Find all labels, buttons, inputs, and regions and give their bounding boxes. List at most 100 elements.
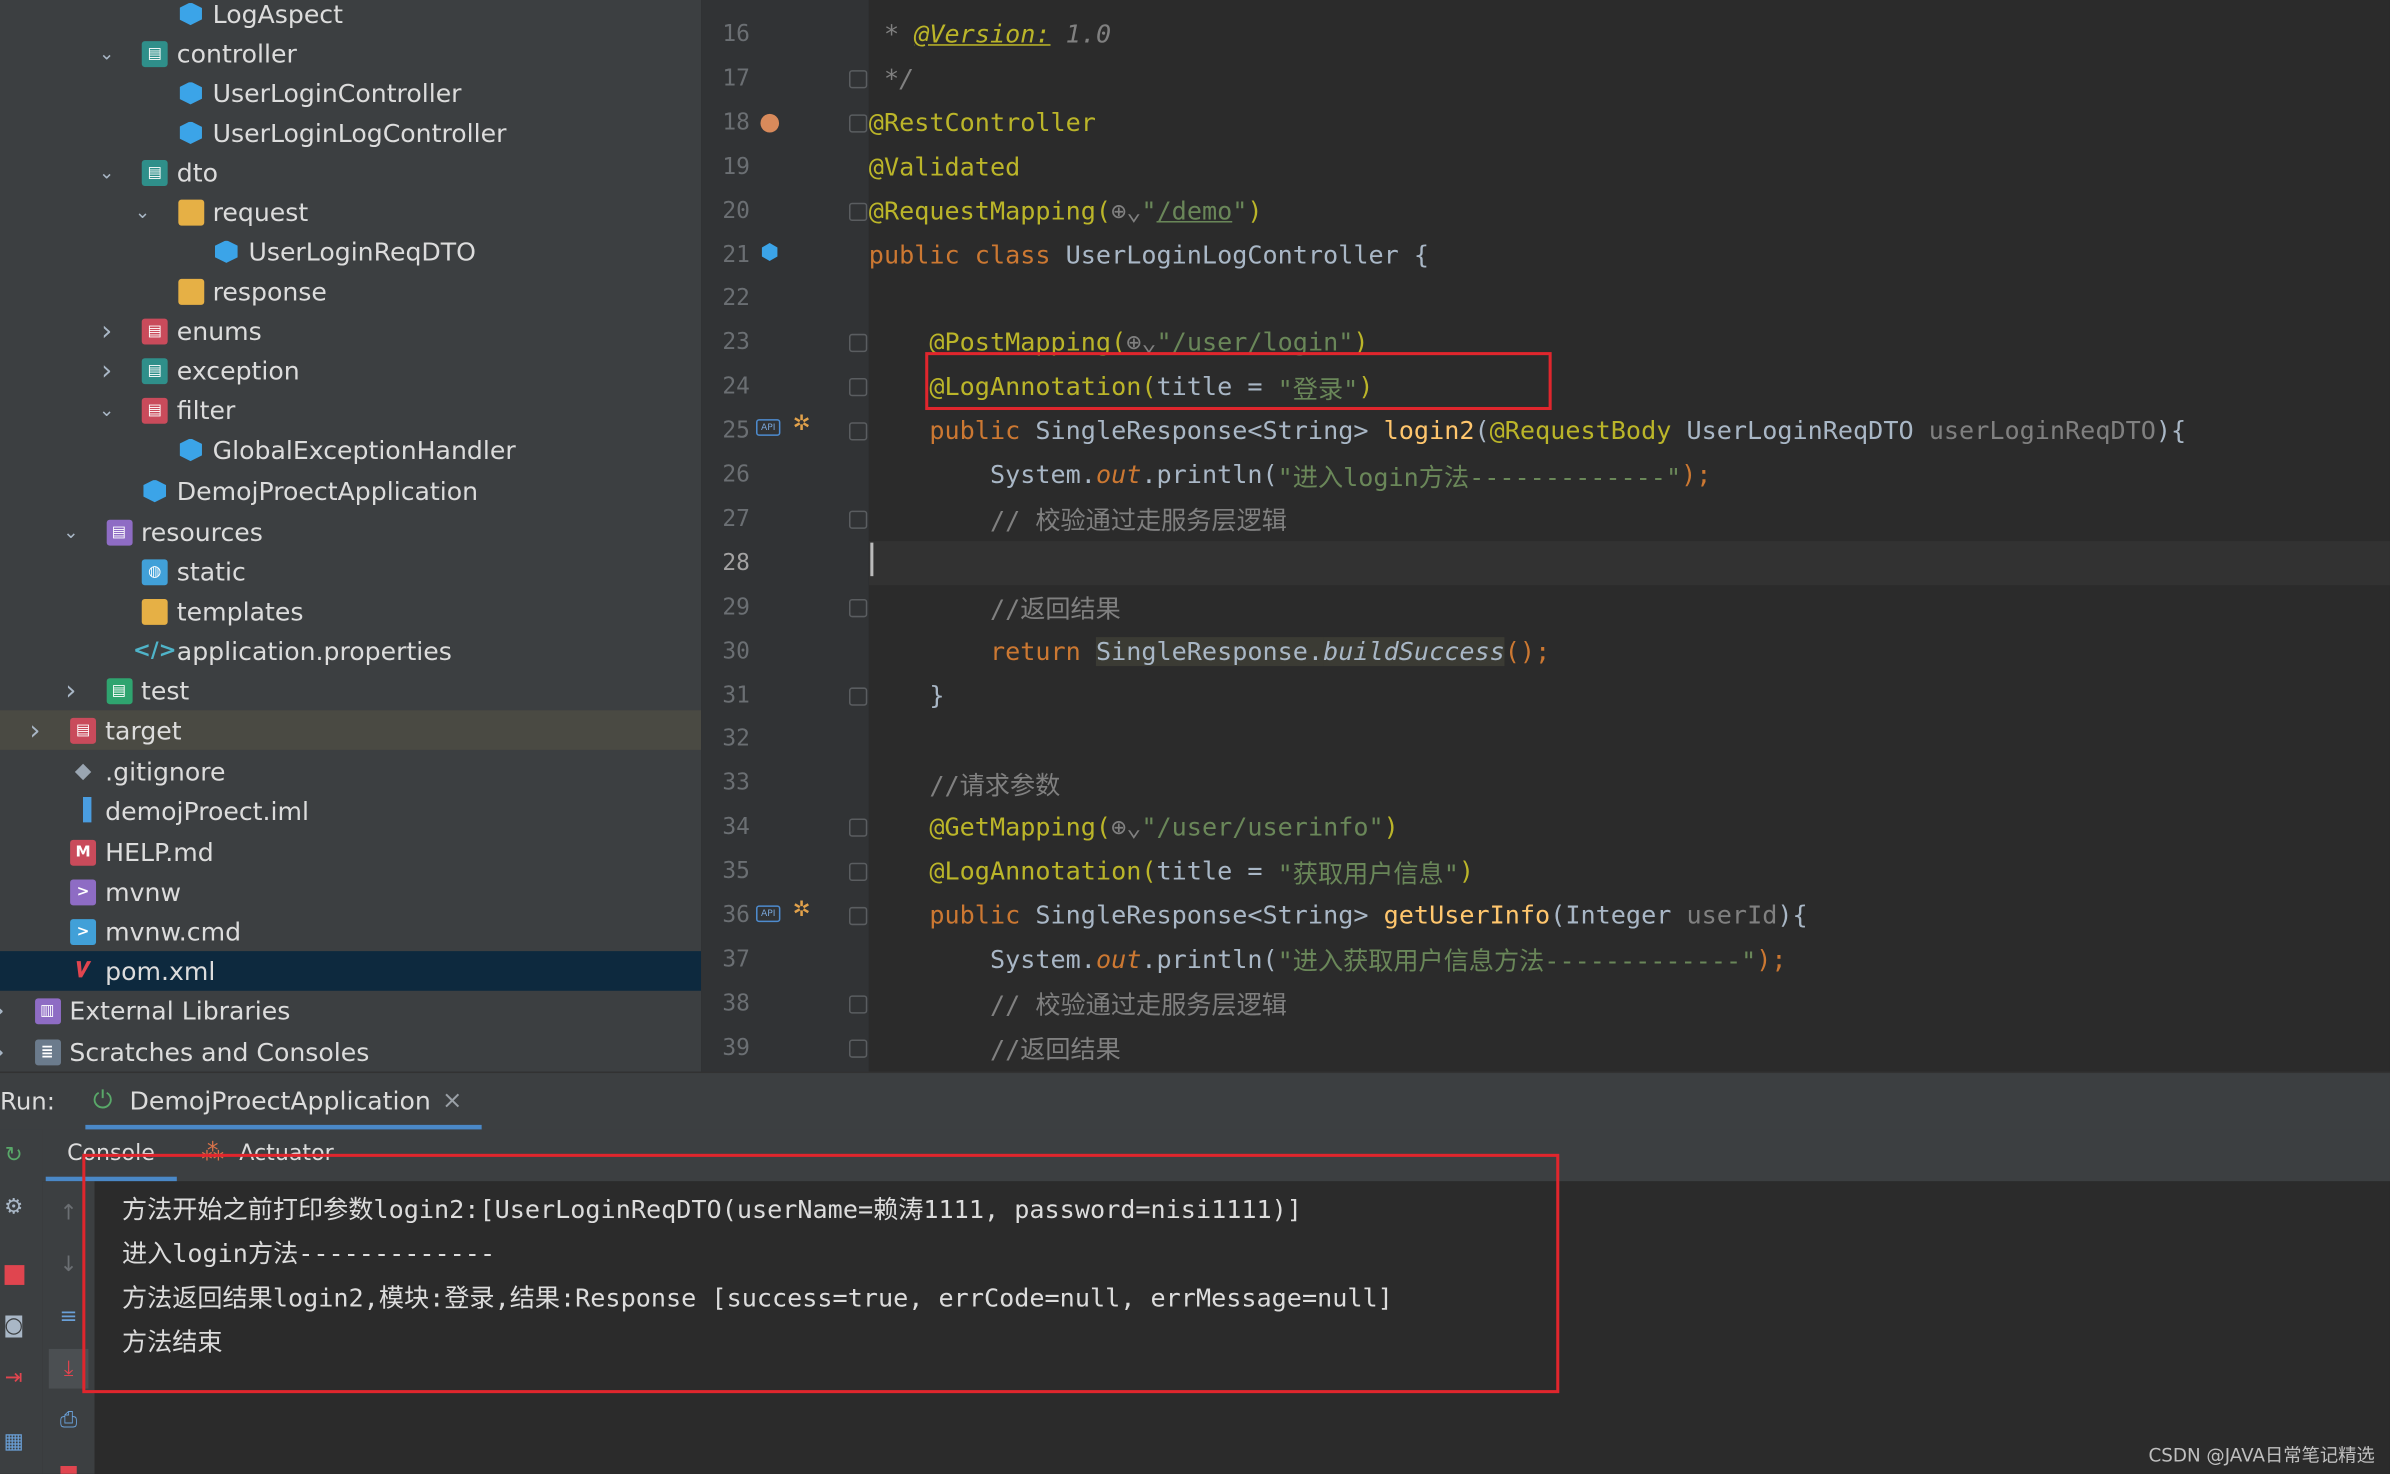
camera-icon[interactable]: ◙ (0, 1312, 27, 1339)
print-icon[interactable]: ⎙ (55, 1407, 82, 1434)
code-token: SingleResponse. (1095, 636, 1324, 666)
tree-item-label: UserLoginLogController (212, 118, 507, 148)
tree-item[interactable]: 𝑽pom.xml (0, 951, 702, 991)
fold-marker-icon[interactable] (848, 818, 868, 838)
api-icon[interactable]: API (756, 419, 781, 436)
chevron-down-icon[interactable]: ⌄ (132, 201, 153, 222)
run-config-tab[interactable]: DemojProectApplication (130, 1087, 431, 1116)
code-token: ) (1458, 856, 1475, 886)
tree-item[interactable]: ⌄ request (0, 192, 701, 232)
tree-item-label: demojProect.iml (105, 796, 310, 826)
tree-item[interactable]: LogAspect (0, 0, 701, 34)
tree-item-label: static (176, 557, 246, 587)
code-token: /demo (1156, 196, 1233, 225)
tree-item[interactable]: ◍ static (0, 552, 701, 592)
chevron-right-icon[interactable]: › (60, 674, 81, 706)
tree-item-label: response (212, 276, 327, 306)
fold-marker-icon[interactable] (848, 510, 868, 529)
api-icon[interactable]: API (756, 905, 781, 923)
chevron-down-icon[interactable]: ⌄ (60, 521, 81, 542)
fold-marker-icon[interactable] (848, 202, 868, 221)
tree-item[interactable]: › ≣ Scratches and Consoles (0, 1032, 701, 1072)
code-token: @RequestMapping( (868, 196, 1112, 225)
line-number: 21 (722, 240, 750, 268)
tree-item[interactable]: › ▥ External Libraries (0, 991, 701, 1031)
chevron-right-icon[interactable]: › (24, 714, 45, 746)
fold-marker-icon[interactable] (848, 1039, 868, 1058)
tree-item-label: resources (140, 517, 263, 547)
tree-item[interactable]: ◆ .gitignore (0, 751, 701, 791)
soft-wrap-icon[interactable]: ≡ (55, 1303, 82, 1330)
tree-item[interactable]: › ▤ exception (0, 351, 701, 391)
tree-item[interactable]: UserLoginReqDTO (0, 232, 701, 272)
chevron-down-icon[interactable]: ⌄ (96, 399, 117, 420)
tree-item[interactable]: ▐ demojProect.iml (0, 791, 701, 831)
code-token: " (1141, 196, 1157, 225)
code-token: SingleResponse<String> (1035, 416, 1384, 446)
chevron-right-icon[interactable]: › (0, 995, 10, 1027)
scroll-up-icon[interactable]: ↑ (55, 1200, 82, 1227)
close-icon[interactable]: × (442, 1085, 462, 1114)
spring-class-icon (142, 478, 168, 504)
tree-item[interactable]: templates (0, 591, 701, 631)
tree-item[interactable]: M HELP.md (0, 832, 701, 872)
tree-item[interactable]: > mvnw.cmd (0, 911, 701, 951)
tree-item[interactable]: GlobalExceptionHandler (0, 430, 701, 470)
layout-icon[interactable]: ▦ (0, 1428, 27, 1455)
fold-marker-icon[interactable] (848, 862, 868, 882)
code-editor[interactable]: * @Version: 1.0 */ @RestController @Valida… (868, 0, 2390, 1072)
fold-marker-icon[interactable] (848, 598, 868, 617)
class-icon (178, 437, 204, 463)
chevron-right-icon[interactable]: › (96, 315, 117, 347)
line-number: 25 (722, 416, 750, 444)
tree-item[interactable]: ⌄ ▤ controller (0, 34, 701, 74)
tree-item[interactable]: › ▤ target (0, 710, 702, 750)
tree-item[interactable]: ⌄ ▤ filter (0, 390, 701, 430)
tree-item[interactable]: › ▤ enums (0, 311, 701, 351)
library-icon: ▥ (34, 997, 61, 1024)
fold-marker-icon[interactable] (848, 114, 868, 133)
tree-item[interactable]: </> application.properties (0, 631, 701, 671)
tree-item[interactable]: ⌄ ▤ resources (0, 512, 701, 552)
tree-item[interactable]: response (0, 271, 701, 311)
settings-icon[interactable]: ⚙ (0, 1193, 27, 1220)
rerun-icon[interactable]: ↻ (0, 1142, 27, 1169)
fold-marker-icon[interactable] (848, 69, 868, 89)
code-token: title = (1156, 856, 1278, 886)
stop-icon[interactable] (0, 1261, 27, 1288)
trash-icon[interactable]: ▬ (55, 1456, 82, 1474)
line-number: 26 (722, 460, 750, 488)
tree-item-label: mvnw (105, 877, 182, 907)
chevron-right-icon[interactable]: › (0, 1036, 10, 1068)
chevron-down-icon[interactable]: ⌄ (96, 43, 117, 64)
code-token: return (868, 636, 1096, 666)
tree-item[interactable]: UserLoginController (0, 73, 701, 113)
endpoint-icon[interactable]: ⬢ (758, 241, 782, 265)
tree-item[interactable]: DemojProectApplication (0, 471, 701, 511)
line-number: 24 (722, 372, 750, 400)
chevron-right-icon[interactable]: › (96, 354, 117, 386)
fold-marker-icon[interactable] (848, 334, 868, 353)
code-token: login2 (1383, 416, 1475, 446)
tree-item[interactable]: › ▤ test (0, 671, 701, 711)
current-line-highlight (868, 540, 2390, 585)
fold-marker-icon[interactable] (848, 906, 868, 926)
tree-item[interactable]: ⌄ ▤ dto (0, 152, 701, 192)
tree-item[interactable]: > mvnw (0, 872, 701, 912)
chevron-down-icon[interactable]: ⌄ (96, 162, 117, 183)
fold-marker-icon[interactable] (848, 378, 868, 397)
fold-marker-icon[interactable] (848, 995, 868, 1014)
spring-bean-icon[interactable]: ● (758, 106, 782, 135)
fold-marker-icon[interactable] (848, 686, 868, 705)
code-line: @Validated (869, 144, 1020, 188)
code-token: "进入login方法-------------" (1277, 462, 1682, 492)
line-number: 36 (722, 900, 750, 929)
tree-item[interactable]: UserLoginLogController (0, 113, 701, 153)
aspect-icon[interactable]: ✲ (790, 412, 814, 436)
exit-icon[interactable]: ⇥ (0, 1364, 27, 1391)
scroll-down-icon[interactable]: ↓ (55, 1251, 82, 1278)
code-token: .println( (1141, 460, 1278, 490)
code-token: public (868, 900, 1036, 930)
aspect-icon[interactable]: ✲ (790, 898, 814, 922)
fold-marker-icon[interactable] (848, 422, 868, 441)
